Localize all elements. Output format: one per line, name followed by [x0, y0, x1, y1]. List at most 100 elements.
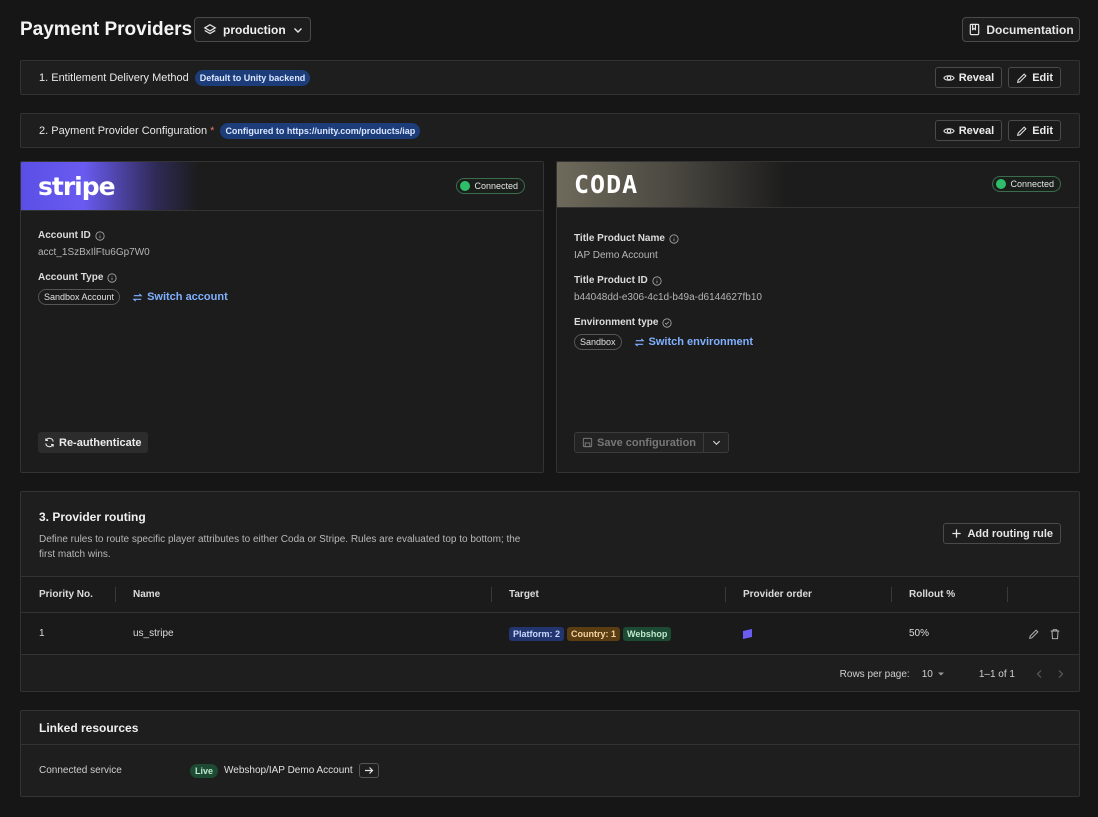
edit-label: Edit	[1032, 71, 1053, 84]
swap-icon	[132, 292, 143, 303]
status-badge: Connected	[992, 176, 1061, 192]
status-badge: Connected	[456, 178, 525, 194]
edit-label: Edit	[1032, 124, 1053, 137]
delete-rule-icon[interactable]	[1049, 628, 1061, 640]
status-badge: Configured to https://unity.com/products…	[220, 122, 421, 139]
edit-button[interactable]: Edit	[1008, 67, 1061, 88]
connected-dot-icon	[460, 181, 471, 191]
field-label: Title Product Name	[574, 233, 679, 244]
add-routing-rule-label: Add routing rule	[967, 527, 1053, 540]
column-header-rollout[interactable]: Rollout %	[891, 577, 1007, 612]
account-id-field: Account ID acct_1SzBxIlFtu6Gp7W0	[38, 230, 150, 258]
status-label: Connected	[1010, 179, 1054, 189]
page-header: Payment Providers production Documentati…	[20, 16, 1080, 44]
provider-configuration-section: 2. Payment Provider Configuration * Conf…	[20, 113, 1080, 148]
column-header-priority[interactable]: Priority No.	[21, 577, 115, 612]
routing-table: Priority No. Name Target Provider order …	[21, 576, 1079, 655]
cell-name: us_stripe	[133, 628, 174, 639]
account-type-field: Account Type Sandbox Account Switch acco…	[38, 272, 228, 305]
reveal-button[interactable]: Reveal	[934, 120, 1003, 141]
swap-icon	[634, 337, 645, 348]
open-service-button[interactable]	[358, 763, 379, 778]
switch-environment-label: Switch environment	[648, 336, 754, 348]
status-badge: Default to Unity backend	[194, 69, 311, 86]
environment-select[interactable]: production	[194, 17, 311, 42]
save-options-dropdown[interactable]	[704, 433, 729, 452]
caret-down-icon	[937, 670, 945, 678]
switch-account-link[interactable]: Switch account	[132, 291, 228, 303]
environment-value: production	[223, 22, 286, 37]
column-header-provider-order[interactable]: Provider order	[725, 577, 891, 612]
info-icon[interactable]	[107, 272, 117, 283]
live-badge: Live	[190, 763, 219, 778]
connected-service-value: Live Webshop/IAP Demo Account	[190, 763, 379, 778]
reveal-button[interactable]: Reveal	[934, 67, 1003, 88]
status-label: Connected	[474, 181, 518, 191]
column-header-actions	[1007, 577, 1079, 612]
switch-environment-link[interactable]: Switch environment	[634, 336, 754, 348]
switch-account-label: Switch account	[147, 291, 228, 303]
add-routing-rule-button[interactable]: Add routing rule	[943, 523, 1061, 544]
connected-service-label: Connected service	[39, 765, 122, 776]
field-label: Account ID	[38, 230, 150, 241]
book-icon	[968, 23, 981, 36]
stripe-card-header: stripe Connected	[21, 162, 543, 211]
reveal-label: Reveal	[958, 71, 995, 84]
re-authenticate-button[interactable]: Re-authenticate	[38, 432, 148, 453]
entitlement-delivery-section: 1. Entitlement Delivery Method Default t…	[20, 60, 1080, 95]
save-configuration-label: Save configuration	[597, 436, 697, 449]
cell-actions	[1007, 613, 1079, 654]
info-icon[interactable]	[95, 230, 105, 241]
section-title: 3. Provider routing	[39, 510, 146, 524]
account-id-label: Account ID	[38, 230, 91, 241]
layers-icon	[203, 23, 217, 37]
environment-type-label: Environment type	[574, 317, 659, 328]
next-page-icon[interactable]	[1056, 669, 1065, 679]
documentation-button[interactable]: Documentation	[962, 17, 1080, 42]
plus-icon	[951, 528, 962, 539]
target-tag-platform: Platform: 2	[509, 626, 565, 641]
previous-page-icon[interactable]	[1035, 669, 1044, 679]
connected-dot-icon	[996, 179, 1007, 189]
linked-resources-section: Linked resources Connected service Live …	[20, 710, 1080, 797]
info-icon[interactable]	[669, 233, 679, 244]
environment-type-badge: Sandbox	[574, 334, 622, 350]
eye-icon	[942, 125, 955, 137]
cell-priority: 1	[39, 628, 45, 639]
check-circle-icon	[662, 317, 673, 328]
divider	[21, 744, 1079, 745]
section-title: Linked resources	[39, 721, 139, 735]
account-id-value: acct_1SzBxIlFtu6Gp7W0	[38, 247, 150, 258]
rows-per-page-select[interactable]: 10	[922, 669, 945, 680]
rows-per-page-value: 10	[921, 668, 933, 680]
title-product-id-value: b44048dd-e306-4c1d-b49a-d6144627fb10	[574, 292, 762, 303]
cell-provider-order	[725, 613, 891, 654]
chevron-down-icon	[292, 24, 304, 36]
rows-per-page-label: Rows per page:	[839, 668, 910, 680]
account-type-badge: Sandbox Account	[38, 289, 121, 305]
pagination-range: 1–1 of 1	[978, 668, 1015, 680]
info-icon[interactable]	[652, 275, 662, 286]
save-configuration-button[interactable]: Save configuration	[575, 433, 705, 452]
stripe-logo: stripe	[38, 172, 116, 201]
table-row[interactable]: 1 us_stripe Platform: 2 Country: 1 Websh…	[21, 613, 1079, 655]
field-label: Account Type	[38, 272, 228, 283]
target-tag-webshop: Webshop	[623, 626, 672, 641]
edit-button[interactable]: Edit	[1008, 120, 1061, 141]
column-header-name[interactable]: Name	[115, 577, 491, 612]
title-product-name-field: Title Product Name IAP Demo Account	[574, 233, 679, 261]
column-header-target[interactable]: Target	[491, 577, 725, 612]
table-header: Priority No. Name Target Provider order …	[21, 576, 1079, 613]
table-pagination: Rows per page: 10 1–1 of 1	[21, 656, 1079, 692]
eye-icon	[942, 72, 955, 84]
title-product-name-value: IAP Demo Account	[574, 250, 658, 261]
section-title: 2. Payment Provider Configuration	[39, 124, 208, 137]
title-product-name-label: Title Product Name	[574, 233, 665, 244]
reveal-label: Reveal	[958, 124, 995, 137]
refresh-icon	[44, 437, 55, 448]
target-tag-country: Country: 1	[567, 626, 621, 641]
pencil-icon	[1016, 125, 1028, 137]
cell-target: Platform: 2 Country: 1 Webshop	[491, 613, 725, 654]
edit-rule-icon[interactable]	[1028, 628, 1040, 640]
page-title: Payment Providers	[20, 19, 193, 40]
